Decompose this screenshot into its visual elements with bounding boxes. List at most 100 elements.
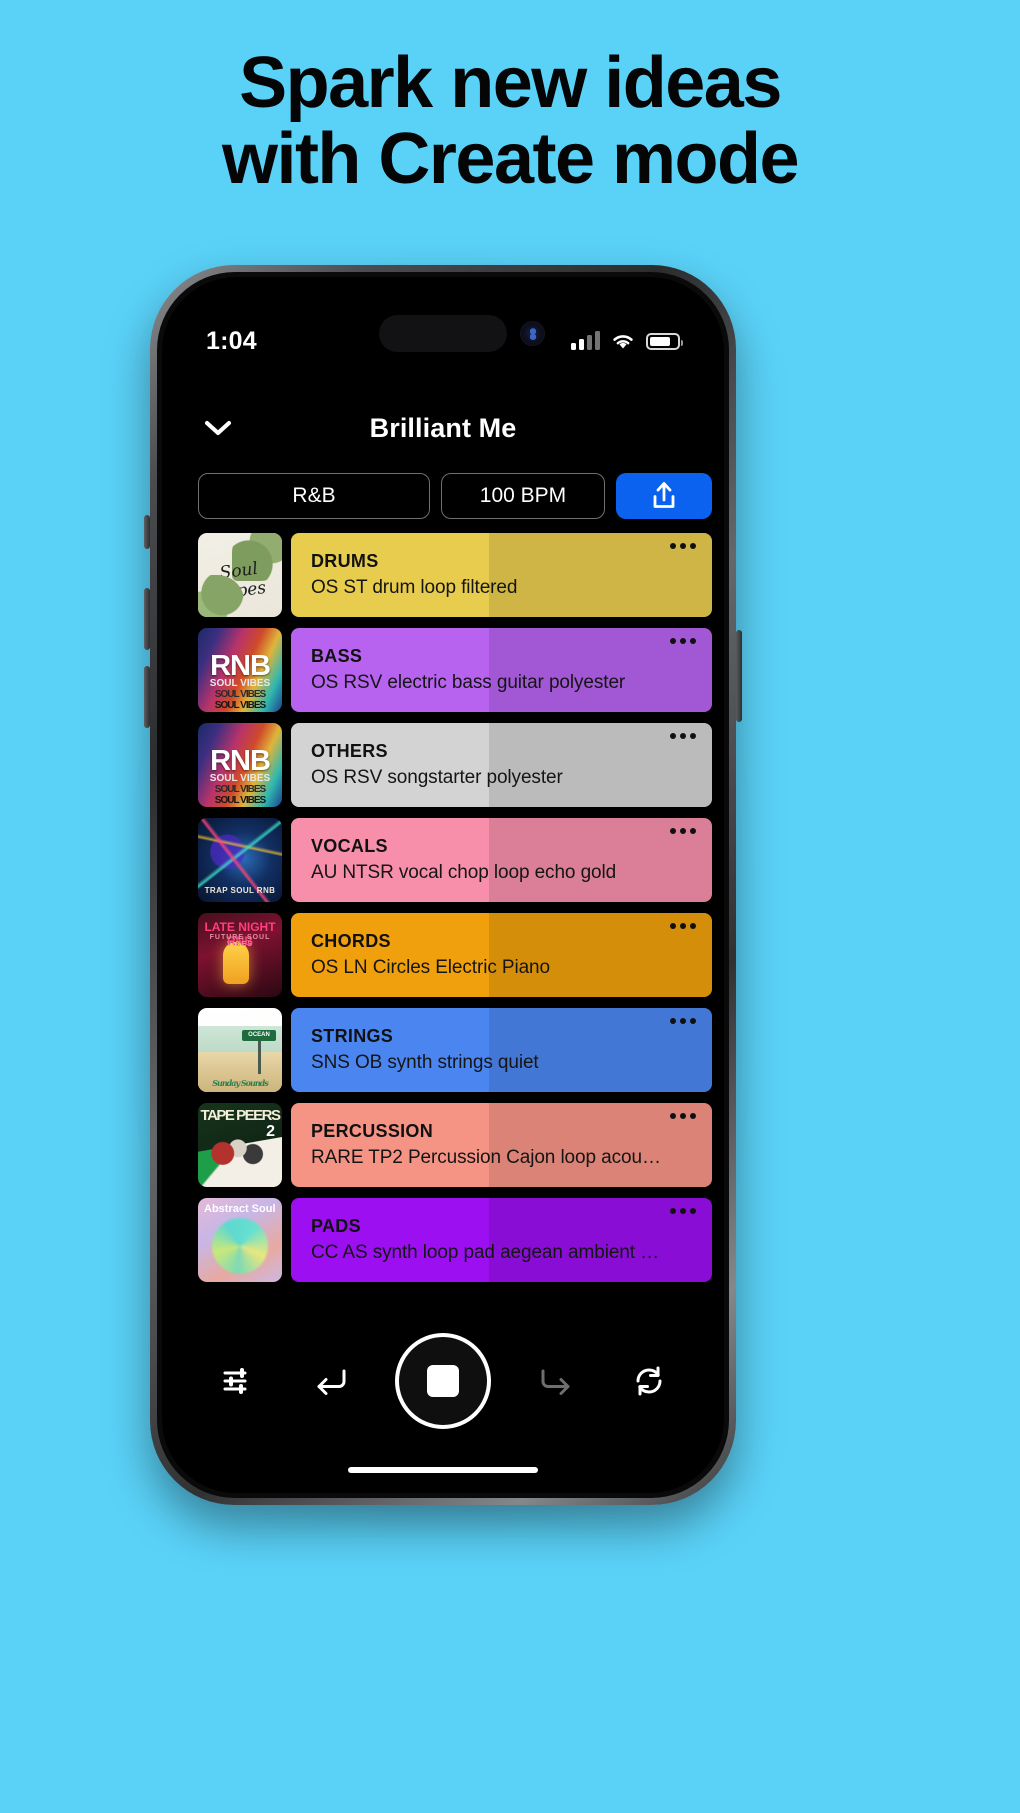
track-lane[interactable]: BASS OS RSV electric bass guitar polyeste… [291, 628, 712, 712]
more-options-icon[interactable] [670, 923, 696, 929]
artwork-subtitle: SOUL VIBES [214, 784, 266, 795]
more-options-icon[interactable] [670, 828, 696, 834]
status-indicators [571, 331, 683, 351]
track-lane[interactable]: CHORDS OS LN Circles Electric Piano [291, 913, 712, 997]
track-name: PADS [311, 1216, 361, 1236]
track-row[interactable]: Soul Tapes DRUMS OS ST drum loop filtered [198, 533, 712, 617]
track-lane[interactable]: STRINGS SNS OB synth strings quiet [291, 1008, 712, 1092]
track-description: OS LN Circles Electric Piano [311, 957, 550, 978]
track-description: RARE TP2 Percussion Cajon loop acou… [311, 1147, 661, 1168]
more-options-icon[interactable] [670, 1208, 696, 1214]
artwork-title: Abstract Soul [204, 1203, 276, 1215]
artwork-image: RNB SOUL VIBES SOUL VIBES SOUL VIBES [198, 723, 282, 807]
track-row[interactable]: RNB SOUL VIBES SOUL VIBES SOUL VIBES OTHERS O… [198, 723, 712, 807]
artwork-title: TAPE PEERS [200, 1107, 281, 1124]
project-title: Brilliant Me [369, 412, 517, 443]
track-description: OS ST drum loop filtered [311, 577, 518, 598]
artwork-subtitle: SOUL VIBES [214, 700, 266, 711]
track-row[interactable]: OCEAN Sunday Sounds STRINGS SNS OB synth st… [198, 1008, 712, 1092]
redo-arrow-icon[interactable] [527, 1352, 585, 1410]
artwork-image: Soul Tapes [198, 533, 282, 617]
track-artwork[interactable]: OCEAN Sunday Sounds [198, 1008, 282, 1092]
track-name: OTHERS [311, 741, 388, 761]
track-description: SNS OB synth strings quiet [311, 1052, 539, 1073]
promo-screenshot: Spark new ideas with Create mode 1:04 Br… [0, 0, 1020, 1813]
home-indicator [348, 1467, 538, 1473]
track-row[interactable]: TAPE PEERS 2 PERCUSSION RARE TP2 Percussion… [198, 1103, 712, 1187]
stop-button-icon[interactable] [395, 1333, 491, 1429]
share-button[interactable] [616, 473, 712, 519]
more-options-icon[interactable] [670, 543, 696, 549]
track-row[interactable]: TRAP SOUL RNB VOCALS AU NTSR vocal chop lo… [198, 818, 712, 902]
artwork-image: OCEAN Sunday Sounds [198, 1008, 282, 1092]
artwork-subtitle: FUTURE SOUL VIBES [209, 934, 271, 948]
share-icon [653, 482, 675, 508]
track-name: BASS [311, 646, 363, 666]
phone-screen: 1:04 Brilliant Me R&B 100 BPM Soul Tapes… [162, 277, 724, 1493]
headline-line-2: with Create mode [221, 118, 800, 199]
more-options-icon[interactable] [670, 733, 696, 739]
track-name: PERCUSSION [311, 1121, 434, 1141]
track-lane[interactable]: PERCUSSION RARE TP2 Percussion Cajon loop… [291, 1103, 712, 1187]
phone-bezel: 1:04 Brilliant Me R&B 100 BPM Soul Tapes… [157, 272, 729, 1498]
headline-line-1: Spark new ideas [239, 43, 782, 123]
transport-toolbar [162, 1333, 724, 1429]
artwork-title: Soul Tapes [215, 558, 268, 604]
track-artwork[interactable]: TAPE PEERS 2 [198, 1103, 282, 1187]
track-name: VOCALS [311, 836, 388, 856]
project-controls: R&B 100 BPM [198, 473, 712, 519]
wifi-icon [613, 334, 633, 348]
artwork-subtitle: Sunday Sounds [212, 1078, 268, 1088]
artwork-subtitle: SOUL VIBES [209, 773, 271, 784]
artwork-image: RNB SOUL VIBES SOUL VIBES SOUL VIBES [198, 628, 282, 712]
artwork-image: TAPE PEERS 2 [198, 1103, 282, 1187]
track-description: OS RSV electric bass guitar polyester [311, 672, 626, 693]
artwork-title: OCEAN [242, 1030, 276, 1041]
track-row[interactable]: RNB SOUL VIBES SOUL VIBES SOUL VIBES BASS OS … [198, 628, 712, 712]
track-lane[interactable]: PADS CC AS synth loop pad aegean ambient … [291, 1198, 712, 1282]
status-bar: 1:04 [162, 319, 724, 363]
track-name: CHORDS [311, 931, 391, 951]
more-options-icon[interactable] [670, 1113, 696, 1119]
track-artwork[interactable]: RNB SOUL VIBES SOUL VIBES SOUL VIBES [198, 628, 282, 712]
artwork-image: Abstract Soul [198, 1198, 282, 1282]
track-list: Soul Tapes DRUMS OS ST drum loop filtered R… [198, 533, 712, 1293]
track-lane[interactable]: DRUMS OS ST drum loop filtered [291, 533, 712, 617]
track-artwork[interactable]: Soul Tapes [198, 533, 282, 617]
track-row[interactable]: Abstract Soul PADS CC AS synth loop pad ae… [198, 1198, 712, 1282]
track-artwork[interactable]: LATE NIGHT RNB FUTURE SOUL VIBES [198, 913, 282, 997]
track-artwork[interactable]: TRAP SOUL RNB [198, 818, 282, 902]
cellular-bars-icon [571, 331, 600, 350]
track-description: AU NTSR vocal chop loop echo gold [311, 862, 617, 883]
phone-frame: 1:04 Brilliant Me R&B 100 BPM Soul Tapes… [150, 265, 736, 1505]
refresh-icon[interactable] [620, 1352, 678, 1410]
status-clock: 1:04 [206, 326, 257, 355]
track-description: OS RSV songstarter polyester [311, 767, 563, 788]
stop-square [427, 1365, 459, 1397]
app-header: Brilliant Me [162, 397, 724, 459]
track-description: CC AS synth loop pad aegean ambient … [311, 1242, 660, 1263]
track-lane[interactable]: VOCALS AU NTSR vocal chop loop echo gold [291, 818, 712, 902]
mixer-sliders-icon[interactable] [208, 1352, 266, 1410]
undo-arrow-icon[interactable] [302, 1352, 360, 1410]
track-name: STRINGS [311, 1026, 394, 1046]
more-options-icon[interactable] [670, 1018, 696, 1024]
power-button[interactable] [736, 630, 742, 722]
artwork-subtitle: SOUL VIBES [214, 689, 266, 700]
track-artwork[interactable]: Abstract Soul [198, 1198, 282, 1282]
battery-icon [646, 332, 683, 350]
track-row[interactable]: LATE NIGHT RNB FUTURE SOUL VIBES CHORDS OS … [198, 913, 712, 997]
artwork-image: LATE NIGHT RNB FUTURE SOUL VIBES [198, 913, 282, 997]
chevron-down-icon[interactable] [198, 408, 238, 448]
track-lane[interactable]: OTHERS OS RSV songstarter polyester [291, 723, 712, 807]
artwork-image: TRAP SOUL RNB [198, 818, 282, 902]
artwork-subtitle: TRAP SOUL RNB [204, 886, 276, 895]
bpm-button[interactable]: 100 BPM [441, 473, 605, 519]
more-options-icon[interactable] [670, 638, 696, 644]
page-title: Spark new ideas with Create mode [0, 43, 1020, 199]
key-genre-button[interactable]: R&B [198, 473, 430, 519]
artwork-subtitle: 2 [266, 1123, 275, 1140]
track-artwork[interactable]: RNB SOUL VIBES SOUL VIBES SOUL VIBES [198, 723, 282, 807]
artwork-subtitle: SOUL VIBES [214, 795, 266, 806]
artwork-subtitle: SOUL VIBES [209, 678, 271, 689]
